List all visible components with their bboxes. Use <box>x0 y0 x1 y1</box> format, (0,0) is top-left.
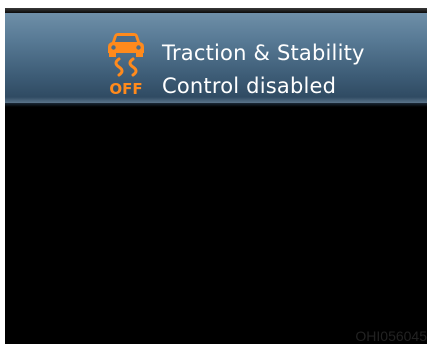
icon-off-label: OFF <box>109 80 142 97</box>
traction-control-off-icon: OFF <box>108 33 144 97</box>
figure-id-watermark: OHI056045 <box>355 328 427 344</box>
warning-banner: OFF Traction & Stability Control disable… <box>5 13 427 103</box>
banner-divider <box>5 103 427 107</box>
cluster-display: OFF Traction & Stability Control disable… <box>5 8 427 344</box>
warning-message-line-1: Traction & Stability <box>162 41 365 65</box>
warning-message: Traction & Stability Control disabled <box>162 37 365 103</box>
